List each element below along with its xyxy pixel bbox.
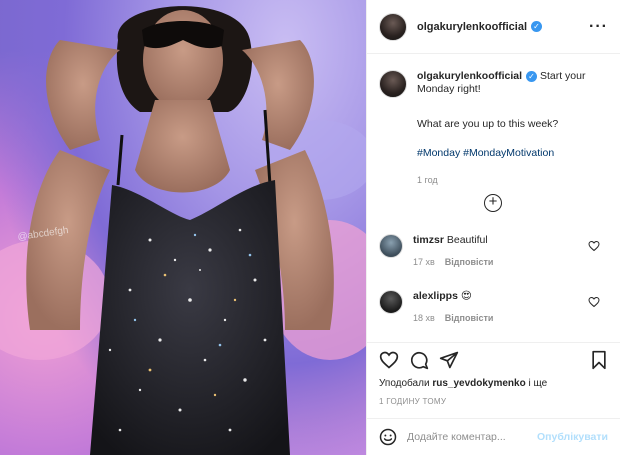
comment-icon[interactable] [409,350,429,370]
instagram-post-view: @abcdefgh olgakurylenkoofficial ✓ ··· ol… [0,0,620,455]
post-actions-bar [367,342,620,376]
post-header: olgakurylenkoofficial ✓ ··· [367,0,620,54]
post-caption: olgakurylenkoofficial ✓ Start your Monday… [379,70,608,185]
caption-time[interactable]: 1 год [417,175,608,185]
reply-button[interactable]: Відповісти [445,313,494,323]
commenter-avatar[interactable] [379,234,403,258]
likes-prefix: Уподобали [379,378,430,389]
caption-avatar[interactable] [379,70,407,98]
heart-icon[interactable] [588,296,600,308]
verified-badge-icon: ✓ [531,21,543,32]
post-timestamp[interactable]: 1 ГОДИНУ ТОМУ [379,397,446,406]
verified-badge-icon: ✓ [526,70,538,82]
comment-item: timzsr Beautiful 17 хв Відповісти [379,234,608,267]
comment-text: 😍 [460,290,472,302]
add-comment-bar: Додайте коментар... Опублікувати [367,418,620,455]
photo-illustration: @abcdefgh [0,6,366,455]
comment-username[interactable]: timzsr [413,234,444,246]
header-username[interactable]: olgakurylenkoofficial [417,21,527,33]
reply-button[interactable]: Відповісти [445,257,494,267]
commenter-avatar[interactable] [379,290,403,314]
avatar[interactable] [379,12,407,41]
heart-icon[interactable] [588,240,600,252]
likes-summary: Уподобали rus_yevdokymenko і ще [379,378,547,389]
post-side-panel: olgakurylenkoofficial ✓ ··· olgakurylenk… [366,0,620,455]
paper-plane-icon[interactable] [439,350,459,370]
emoji-smile-icon[interactable] [379,428,397,446]
caption-username[interactable]: olgakurylenkoofficial [417,70,522,82]
comment-time[interactable]: 17 хв [413,257,435,267]
comment-time[interactable]: 18 хв [413,313,435,323]
plus-circle-icon[interactable]: + [484,194,502,212]
comment-item: alexlipps 😍 18 хв Відповісти [379,290,608,323]
caption-hashtags[interactable]: #Monday #MondayMotivation [417,147,608,159]
comment-input[interactable]: Додайте коментар... [407,431,506,443]
caption-line2: What are you up to this week? [417,118,559,130]
publish-button[interactable]: Опублікувати [537,431,608,443]
heart-icon[interactable] [379,350,399,370]
liker-username[interactable]: rus_yevdokymenko [432,378,525,389]
likes-suffix[interactable]: і ще [529,378,548,389]
more-horizontal-icon[interactable]: ··· [589,18,608,36]
bookmark-icon[interactable] [590,350,608,370]
post-photo[interactable]: @abcdefgh [0,0,366,455]
comment-username[interactable]: alexlipps [413,290,458,302]
comment-text: Beautiful [446,234,488,246]
